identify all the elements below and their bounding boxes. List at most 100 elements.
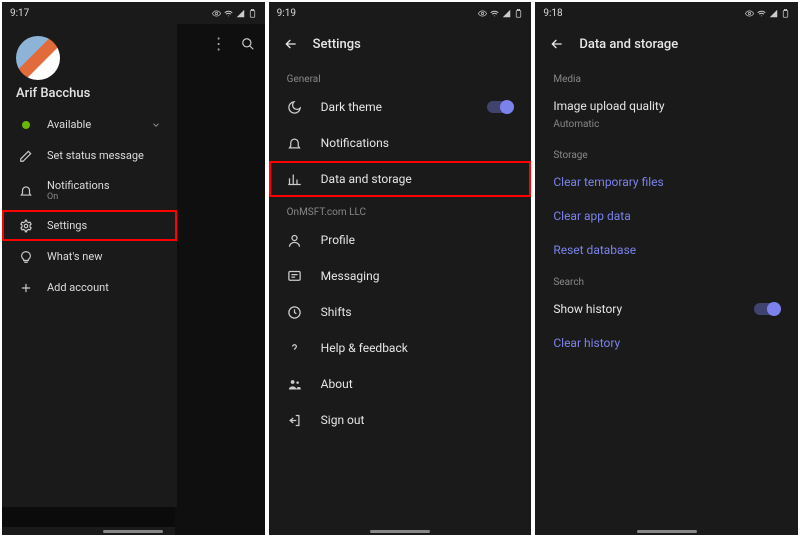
clear-history-row[interactable]: Clear history: [535, 326, 798, 360]
show-history-toggle[interactable]: [754, 303, 780, 315]
home-indicator[interactable]: [637, 530, 697, 533]
eye-icon: [212, 9, 221, 18]
add-account-row[interactable]: Add account: [2, 272, 177, 303]
status-bar: 9:18: [535, 2, 798, 24]
clear-temp-row[interactable]: Clear temporary files: [535, 165, 798, 199]
section-storage: Storage: [535, 140, 798, 165]
battery-icon: [248, 9, 257, 18]
background-content: ⋮: [175, 24, 265, 535]
user-name: Arif Bacchus: [2, 86, 177, 109]
help-row[interactable]: Help & feedback: [269, 330, 532, 366]
sign-out-row[interactable]: Sign out: [269, 402, 532, 438]
more-icon[interactable]: ⋮: [211, 36, 227, 52]
page-title: Settings: [313, 37, 361, 52]
section-media: Media: [535, 64, 798, 89]
eye-icon: [745, 9, 754, 18]
person-icon: [287, 232, 303, 248]
section-general: General: [269, 64, 532, 89]
image-quality-label: Image upload quality: [553, 99, 664, 113]
presence-available-icon: [22, 121, 30, 129]
profile-row[interactable]: Profile: [269, 222, 532, 258]
image-quality-row[interactable]: Image upload quality Automatic: [535, 89, 798, 140]
eye-icon: [478, 9, 487, 18]
image-quality-value: Automatic: [553, 119, 599, 130]
battery-icon: [514, 9, 523, 18]
clear-app-row[interactable]: Clear app data: [535, 199, 798, 233]
shifts-row[interactable]: Shifts: [269, 294, 532, 330]
chevron-down-icon: [151, 120, 161, 130]
phone-settings-panel: 9:19 Settings General Dark theme Notific…: [269, 2, 532, 535]
messaging-row[interactable]: Messaging: [269, 258, 532, 294]
section-org: OnMSFT.com LLC: [269, 197, 532, 222]
notifications-sublabel: On: [47, 192, 110, 202]
profile-label: Profile: [321, 233, 514, 247]
clear-temp-label: Clear temporary files: [553, 175, 663, 189]
gear-icon: [18, 218, 33, 233]
clear-app-label: Clear app data: [553, 209, 630, 223]
status-label: Available: [47, 118, 91, 131]
battery-icon: [781, 9, 790, 18]
settings-row[interactable]: Settings: [2, 210, 177, 241]
sign-out-label: Sign out: [321, 413, 514, 427]
back-arrow-icon[interactable]: [549, 36, 565, 52]
chat-icon: [287, 268, 303, 284]
wifi-icon: [490, 9, 499, 18]
moon-icon: [287, 99, 303, 115]
notifications-row[interactable]: Notifications: [269, 125, 532, 161]
dark-theme-label: Dark theme: [321, 100, 470, 114]
side-drawer: Arif Bacchus Available Set status messag…: [2, 24, 177, 507]
avatar[interactable]: [16, 36, 60, 80]
shifts-label: Shifts: [321, 305, 514, 319]
bell-icon: [18, 183, 33, 198]
clear-history-label: Clear history: [553, 336, 620, 350]
status-row[interactable]: Available: [2, 109, 177, 140]
help-icon: [287, 340, 303, 356]
section-search: Search: [535, 267, 798, 292]
set-status-row[interactable]: Set status message: [2, 140, 177, 171]
signal-icon: [769, 9, 778, 18]
search-icon[interactable]: [241, 37, 255, 51]
data-storage-header: Data and storage: [535, 24, 798, 64]
add-account-label: Add account: [47, 281, 109, 294]
dark-theme-toggle[interactable]: [487, 101, 513, 113]
clock: 9:17: [10, 8, 29, 19]
clock: 9:18: [543, 8, 562, 19]
data-icon: [287, 171, 303, 187]
phone-profile-panel: 9:17 ⋮ Arif Bacchus Available Set status…: [2, 2, 265, 535]
settings-header: Settings: [269, 24, 532, 64]
signal-icon: [236, 9, 245, 18]
home-indicator[interactable]: [370, 530, 430, 533]
help-label: Help & feedback: [321, 341, 514, 355]
data-storage-label: Data and storage: [321, 172, 514, 186]
edit-icon: [18, 148, 33, 163]
back-arrow-icon[interactable]: [283, 36, 299, 52]
reset-db-label: Reset database: [553, 243, 636, 257]
page-title: Data and storage: [579, 37, 678, 52]
teams-icon: [287, 376, 303, 392]
wifi-icon: [224, 9, 233, 18]
about-row[interactable]: About: [269, 366, 532, 402]
notifications-label: Notifications: [47, 179, 110, 192]
data-storage-row[interactable]: Data and storage: [269, 161, 532, 197]
set-status-label: Set status message: [47, 149, 144, 162]
reset-db-row[interactable]: Reset database: [535, 233, 798, 267]
notifications-row[interactable]: Notifications On: [2, 171, 177, 210]
clock-icon: [287, 304, 303, 320]
notifications-label: Notifications: [321, 136, 514, 150]
messaging-label: Messaging: [321, 269, 514, 283]
signout-icon: [287, 412, 303, 428]
show-history-row[interactable]: Show history: [535, 292, 798, 326]
home-indicator[interactable]: [103, 530, 163, 533]
show-history-label: Show history: [553, 302, 736, 316]
whats-new-row[interactable]: What's new: [2, 241, 177, 272]
plus-icon: [18, 280, 33, 295]
about-label: About: [321, 377, 514, 391]
phone-data-storage-panel: 9:18 Data and storage Media Image upload…: [535, 2, 798, 535]
status-bar: 9:17: [2, 2, 265, 24]
lightbulb-icon: [18, 249, 33, 264]
status-bar: 9:19: [269, 2, 532, 24]
dark-theme-row[interactable]: Dark theme: [269, 89, 532, 125]
signal-icon: [502, 9, 511, 18]
clock: 9:19: [277, 8, 296, 19]
wifi-icon: [757, 9, 766, 18]
